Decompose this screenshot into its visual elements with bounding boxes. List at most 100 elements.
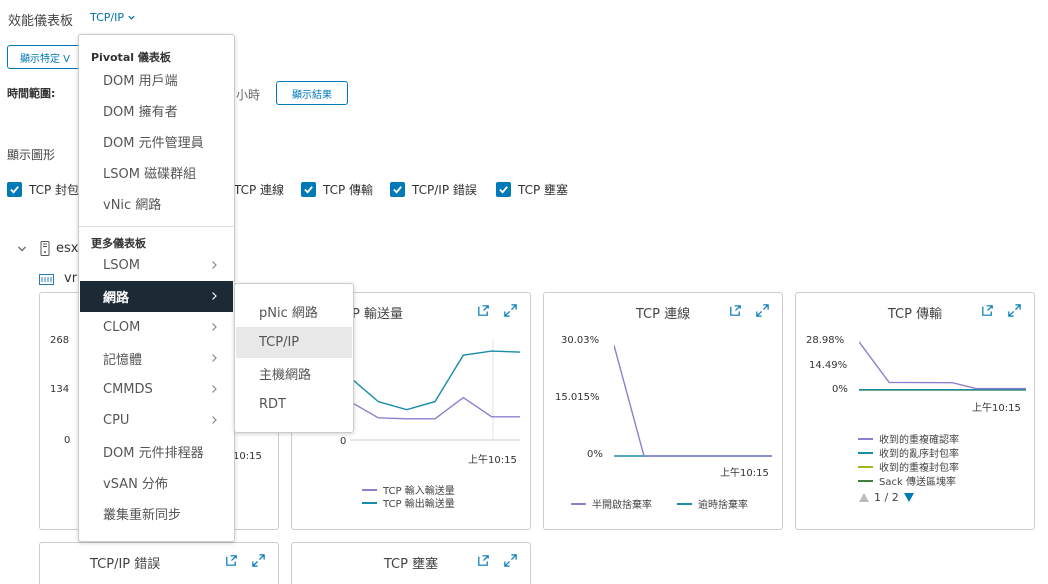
chevron-right-icon <box>212 416 217 424</box>
chart-card-tcp-congestion: TCP 壅塞 <box>291 542 531 584</box>
submenu-item-pnic-network[interactable]: pNic 網路 <box>236 296 352 327</box>
checkbox-checked-icon <box>301 182 316 197</box>
submenu-item-rdt[interactable]: RDT <box>236 389 352 420</box>
checkbox-label: TCP 傳輸 <box>323 183 374 197</box>
checkbox-label: TCP 封包 <box>29 183 80 197</box>
dashboard-dropdown[interactable]: TCP/IP <box>90 11 136 24</box>
y-tick: 0 <box>64 435 71 446</box>
show-results-label: 顯示結果 <box>292 89 332 101</box>
export-icon[interactable] <box>476 303 491 318</box>
series-line-duplicate-ack <box>859 341 1026 390</box>
checkbox-checked-icon <box>390 182 405 197</box>
submenu-item-tcpip[interactable]: TCP/IP <box>236 327 352 358</box>
y-tick: 15.015% <box>555 392 600 403</box>
export-icon[interactable] <box>224 553 239 568</box>
throughput-plot <box>350 339 520 441</box>
menu-item-memory[interactable]: 記憶體 <box>80 343 233 374</box>
menu-section-pivotal: Pivotal 儀表板 <box>91 51 171 64</box>
time-range-unit: 小時 <box>236 88 261 102</box>
connections-plot <box>614 345 772 457</box>
x-tick: 上午10:15 <box>468 455 517 466</box>
export-icon[interactable] <box>728 303 743 318</box>
menu-item-dom-client[interactable]: DOM 用戶端 <box>80 64 233 95</box>
show-specific-label: 顯示特定 V <box>20 53 71 65</box>
legend-item: 逾時捨棄率 <box>677 496 748 511</box>
checkbox-checked-icon <box>496 182 511 197</box>
menu-item-dom-comp-scheduler[interactable]: DOM 元件排程器 <box>80 436 233 467</box>
chevron-right-icon <box>212 354 217 362</box>
legend-item: 收到的重複封包率 <box>858 459 959 474</box>
export-icon[interactable] <box>476 553 491 568</box>
chevron-right-icon <box>212 385 217 393</box>
expand-icon[interactable] <box>503 303 518 318</box>
y-tick: 30.03% <box>561 335 600 346</box>
checkbox-checked-icon <box>7 182 22 197</box>
menu-item-dom-owner[interactable]: DOM 擁有者 <box>80 95 233 126</box>
legend-item: Sack 傳送區塊率 <box>858 473 956 488</box>
y-tick: 134 <box>50 384 70 395</box>
y-tick: 0% <box>587 449 603 460</box>
menu-item-cmmds[interactable]: CMMDS <box>80 374 233 405</box>
menu-item-lsom-disk-group[interactable]: LSOM 磁碟群組 <box>80 157 233 188</box>
y-tick: 268 <box>50 335 70 346</box>
expand-icon[interactable] <box>755 303 770 318</box>
checkbox-tcpip-errors[interactable]: TCP/IP 錯誤 <box>390 181 477 198</box>
menu-item-dom-comp-mgr[interactable]: DOM 元件管理員 <box>80 126 233 157</box>
menu-item-vnic-network[interactable]: vNic 網路 <box>80 188 233 219</box>
menu-item-clom[interactable]: CLOM <box>80 312 233 343</box>
host-label[interactable]: esx <box>56 241 78 256</box>
expand-icon[interactable] <box>251 553 266 568</box>
series-line-tcp-output <box>350 350 520 411</box>
checkbox-tcp-transmission[interactable]: TCP 傳輸 <box>301 181 373 198</box>
pager-text: 1 / 2 <box>874 491 899 504</box>
legend-item: 收到的重複確認率 <box>858 431 959 446</box>
dashboard-menu: Pivotal 儀表板 DOM 用戶端 DOM 擁有者 DOM 元件管理員 LS… <box>78 34 235 542</box>
chart-card-tcp-transmission: TCP 傳輸 28.98% 14.49% 0% 上午10:15 收到的重複確認率… <box>795 292 1035 530</box>
legend-item: TCP 輸出輸送量 <box>362 495 455 510</box>
chart-card-tcpip-errors: TCP/IP 錯誤 <box>39 542 279 584</box>
chevron-right-icon <box>212 323 217 331</box>
submenu-item-host-network[interactable]: 主機網路 <box>236 358 352 389</box>
show-results-button[interactable]: 顯示結果 <box>276 81 348 105</box>
transmission-plot <box>859 341 1026 391</box>
checkbox-label: TCP 連線 <box>234 183 285 197</box>
chevron-down-icon[interactable] <box>16 243 28 255</box>
legend-pager: 1 / 2 <box>858 491 915 504</box>
export-icon[interactable] <box>980 303 995 318</box>
network-submenu: pNic 網路 TCP/IP 主機網路 RDT <box>234 283 354 433</box>
triangle-down-icon[interactable] <box>903 492 915 503</box>
x-tick: 上午10:15 <box>972 403 1021 414</box>
menu-item-vsan-distribution[interactable]: vSAN 分佈 <box>80 467 233 498</box>
x-tick: 上午10:15 <box>720 468 769 479</box>
menu-item-lsom[interactable]: LSOM <box>80 250 233 281</box>
vm-label[interactable]: vr <box>64 271 77 286</box>
expand-icon[interactable] <box>503 553 518 568</box>
expand-icon[interactable] <box>1007 303 1022 318</box>
time-range-label: 時間範圍: <box>7 87 56 100</box>
chart-card-tcp-connections: TCP 連線 30.03% 15.015% 0% 上午10:15 半開啟捨棄率 … <box>543 292 783 530</box>
checkbox-tcp-congestion[interactable]: TCP 壅塞 <box>496 181 568 198</box>
menu-divider <box>79 226 234 227</box>
show-graph-label: 顯示圖形 <box>7 148 56 162</box>
menu-item-cpu[interactable]: CPU <box>80 405 233 436</box>
triangle-up-icon[interactable] <box>858 492 870 503</box>
checkbox-label: TCP/IP 錯誤 <box>412 183 477 197</box>
x-tick: 10:15 <box>233 451 262 462</box>
series-line-half-open-drop <box>614 345 772 457</box>
legend-item: 半開啟捨棄率 <box>571 496 652 511</box>
menu-section-more: 更多儀表板 <box>91 237 146 250</box>
y-tick: 28.98% <box>806 335 845 346</box>
legend-item: 收到的亂序封包率 <box>858 445 959 460</box>
show-specific-vm-button[interactable]: 顯示特定 V <box>7 45 87 69</box>
page-title: 效能儀表板 <box>8 14 74 29</box>
y-tick: 14.49% <box>809 360 848 371</box>
checkbox-label: TCP 壅塞 <box>518 183 569 197</box>
chevron-right-icon <box>212 261 217 269</box>
dashboard-dropdown-label: TCP/IP <box>90 11 124 24</box>
menu-item-network[interactable]: 網路 <box>80 281 233 312</box>
y-tick: 0% <box>832 384 848 395</box>
host-icon <box>40 241 50 256</box>
menu-item-cluster-resync[interactable]: 叢集重新同步 <box>80 498 233 529</box>
checkbox-tcp-packets[interactable]: TCP 封包 <box>7 181 79 198</box>
vm-icon <box>39 274 54 285</box>
